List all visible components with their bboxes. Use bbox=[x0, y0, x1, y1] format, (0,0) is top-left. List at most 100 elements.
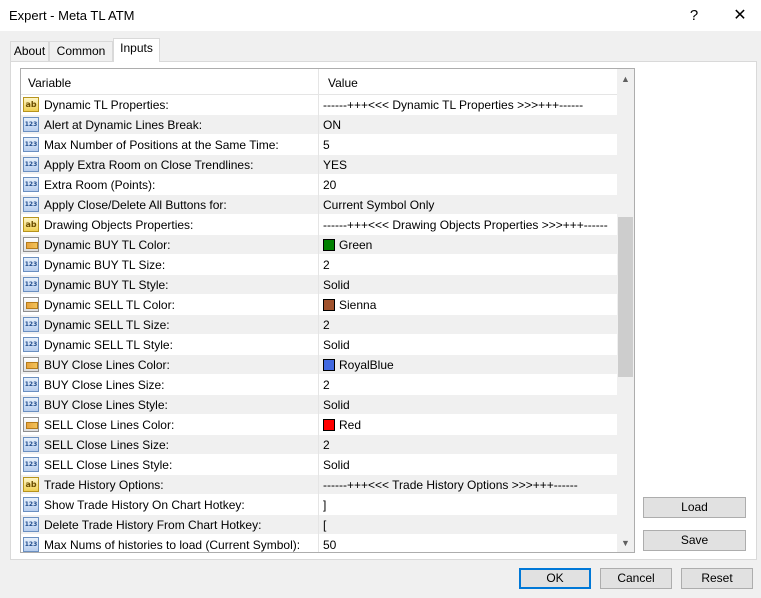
input-variable-name: Max Number of Positions at the Same Time… bbox=[44, 138, 279, 152]
input-row[interactable]: 123 Show Trade History On Chart Hotkey:] bbox=[21, 495, 617, 515]
input-value[interactable]: Sienna bbox=[339, 298, 376, 312]
reset-button[interactable]: Reset bbox=[681, 568, 753, 589]
input-row[interactable]: 123 BUY Close Lines Style: Solid bbox=[21, 395, 617, 415]
input-row[interactable]: 123 Dynamic SELL TL Size: 2 bbox=[21, 315, 617, 335]
close-button[interactable]: ✕ bbox=[718, 0, 761, 31]
vertical-scrollbar[interactable]: ▲ ▼ bbox=[617, 69, 634, 552]
ok-button[interactable]: OK bbox=[519, 568, 591, 589]
input-row[interactable]: 123 SELL Close Lines Size: 2 bbox=[21, 435, 617, 455]
input-value[interactable]: Solid bbox=[323, 458, 350, 472]
column-header-value[interactable]: Value bbox=[328, 76, 358, 90]
input-row[interactable]: 123 Delete Trade History From Chart Hotke… bbox=[21, 515, 617, 535]
input-row[interactable]: 123 Apply Close/Delete All Buttons for: Cu… bbox=[21, 195, 617, 215]
input-row[interactable]: 123 Apply Extra Room on Close Trendlines:… bbox=[21, 155, 617, 175]
title-bar: Expert - Meta TL ATM ? ✕ bbox=[0, 0, 761, 31]
input-value[interactable]: 2 bbox=[323, 318, 330, 332]
column-divider bbox=[318, 255, 319, 275]
inputs-grid: Variable Value ab Dynamic TL Properties: -… bbox=[20, 68, 635, 553]
input-variable-name: SELL Close Lines Style: bbox=[44, 458, 173, 472]
input-row[interactable]: 123 BUY Close Lines Size: 2 bbox=[21, 375, 617, 395]
column-divider bbox=[318, 515, 319, 535]
column-divider bbox=[318, 475, 319, 495]
input-value[interactable]: Green bbox=[339, 238, 372, 252]
numeric-type-icon: 123 bbox=[23, 257, 39, 272]
input-value[interactable]: ------+++<<< Trade History Options >>>++… bbox=[323, 478, 578, 492]
help-button[interactable]: ? bbox=[672, 0, 716, 31]
input-value[interactable]: 2 bbox=[323, 438, 330, 452]
column-divider bbox=[318, 435, 319, 455]
input-row[interactable]: 123 Dynamic BUY TL Style: Solid bbox=[21, 275, 617, 295]
cancel-button[interactable]: Cancel bbox=[600, 568, 672, 589]
input-variable-name: Max Nums of histories to load (Current S… bbox=[44, 538, 301, 552]
input-variable-name: Dynamic SELL TL Color: bbox=[44, 298, 175, 312]
scrollbar-thumb[interactable] bbox=[618, 217, 633, 377]
input-value[interactable]: 20 bbox=[323, 178, 336, 192]
input-value[interactable]: ------+++<<< Dynamic TL Properties >>>++… bbox=[323, 98, 583, 112]
numeric-type-icon: 123 bbox=[23, 457, 39, 472]
input-row[interactable]: 123 SELL Close Lines Style: Solid bbox=[21, 455, 617, 475]
column-divider[interactable] bbox=[318, 69, 319, 95]
input-value[interactable]: Solid bbox=[323, 338, 350, 352]
input-variable-name: Apply Close/Delete All Buttons for: bbox=[44, 198, 227, 212]
input-value[interactable]: 2 bbox=[323, 378, 330, 392]
input-value[interactable]: ------+++<<< Drawing Objects Properties … bbox=[323, 218, 608, 232]
input-row[interactable]: SELL Close Lines Color: Red bbox=[21, 415, 617, 435]
input-row[interactable]: Dynamic SELL TL Color: Sienna bbox=[21, 295, 617, 315]
input-row[interactable]: Dynamic BUY TL Color: Green bbox=[21, 235, 617, 255]
string-type-icon: ab bbox=[23, 217, 39, 232]
input-row[interactable]: 123 Dynamic SELL TL Style: Solid bbox=[21, 335, 617, 355]
input-row[interactable]: ab Dynamic TL Properties: ------+++<<< Dyn… bbox=[21, 95, 617, 115]
input-row[interactable]: 123 Dynamic BUY TL Size: 2 bbox=[21, 255, 617, 275]
scroll-up-arrow-icon[interactable]: ▲ bbox=[617, 71, 634, 88]
input-variable-name: SELL Close Lines Size: bbox=[44, 438, 169, 452]
color-type-icon bbox=[23, 297, 39, 312]
input-value[interactable]: 5 bbox=[323, 138, 330, 152]
input-value[interactable]: ON bbox=[323, 118, 341, 132]
color-swatch[interactable] bbox=[323, 359, 335, 371]
column-divider bbox=[318, 295, 319, 315]
input-row[interactable]: BUY Close Lines Color: RoyalBlue bbox=[21, 355, 617, 375]
input-value[interactable]: Solid bbox=[323, 398, 350, 412]
input-row[interactable]: 123 Max Number of Positions at the Same T… bbox=[21, 135, 617, 155]
column-divider bbox=[318, 375, 319, 395]
color-type-icon bbox=[23, 417, 39, 432]
tab-about[interactable]: About bbox=[10, 41, 49, 61]
column-divider bbox=[318, 95, 319, 115]
input-row[interactable]: 123 Extra Room (Points): 20 bbox=[21, 175, 617, 195]
tab-common[interactable]: Common bbox=[49, 41, 113, 61]
input-variable-name: Extra Room (Points): bbox=[44, 178, 156, 192]
numeric-type-icon: 123 bbox=[23, 197, 39, 212]
input-row[interactable]: 123 Max Nums of histories to load (Curren… bbox=[21, 535, 617, 552]
input-value[interactable]: Red bbox=[339, 418, 361, 432]
column-divider bbox=[318, 535, 319, 552]
input-value[interactable]: RoyalBlue bbox=[339, 358, 394, 372]
input-value[interactable]: YES bbox=[323, 158, 347, 172]
color-type-icon bbox=[23, 357, 39, 372]
input-value[interactable]: 50 bbox=[323, 538, 336, 552]
string-type-icon: ab bbox=[23, 97, 39, 112]
input-variable-name: Dynamic BUY TL Size: bbox=[44, 258, 166, 272]
color-swatch[interactable] bbox=[323, 299, 335, 311]
input-row[interactable]: ab Drawing Objects Properties: ------+++<<… bbox=[21, 215, 617, 235]
input-variable-name: Drawing Objects Properties: bbox=[44, 218, 194, 232]
window-title: Expert - Meta TL ATM bbox=[9, 8, 135, 23]
color-swatch[interactable] bbox=[323, 419, 335, 431]
scroll-down-arrow-icon[interactable]: ▼ bbox=[617, 535, 634, 552]
input-value[interactable]: 2 bbox=[323, 258, 330, 272]
numeric-type-icon: 123 bbox=[23, 177, 39, 192]
save-button[interactable]: Save bbox=[643, 530, 746, 551]
input-value[interactable]: Current Symbol Only bbox=[323, 198, 434, 212]
color-swatch[interactable] bbox=[323, 239, 335, 251]
numeric-type-icon: 123 bbox=[23, 437, 39, 452]
input-row[interactable]: 123 Alert at Dynamic Lines Break: ON bbox=[21, 115, 617, 135]
load-button[interactable]: Load bbox=[643, 497, 746, 518]
column-header-variable[interactable]: Variable bbox=[28, 76, 71, 90]
input-value[interactable]: ] bbox=[323, 498, 326, 512]
tab-inputs[interactable]: Inputs bbox=[113, 38, 160, 62]
input-value[interactable]: Solid bbox=[323, 278, 350, 292]
input-value[interactable]: [ bbox=[323, 518, 326, 532]
numeric-type-icon: 123 bbox=[23, 157, 39, 172]
input-variable-name: Alert at Dynamic Lines Break: bbox=[44, 118, 203, 132]
grid-header: Variable Value bbox=[21, 69, 617, 95]
input-row[interactable]: ab Trade History Options: ------+++<<< Tra… bbox=[21, 475, 617, 495]
